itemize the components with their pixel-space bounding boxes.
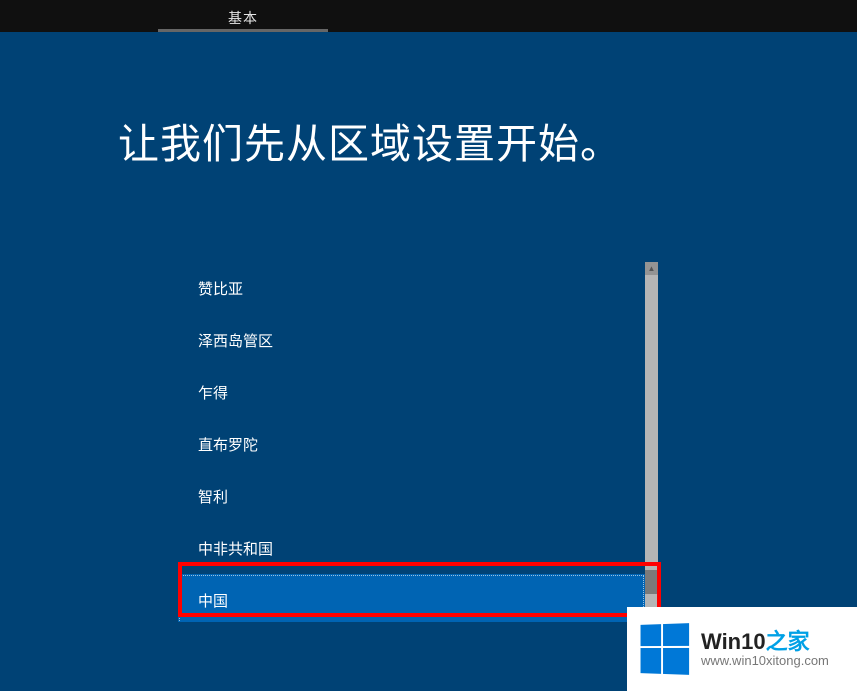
watermark-text: Win10之家 www.win10xitong.com xyxy=(701,629,829,669)
top-bar: 基本 xyxy=(0,0,857,32)
list-item-selected[interactable]: 中国 xyxy=(178,574,645,622)
region-list-wrap: 赞比亚 泽西岛管区 乍得 直布罗陀 智利 中非共和国 中国 ▲ ▼ xyxy=(178,262,658,622)
watermark-url: www.win10xitong.com xyxy=(701,654,829,669)
scroll-thumb[interactable] xyxy=(645,570,658,594)
list-item[interactable]: 乍得 xyxy=(178,366,645,418)
list-item[interactable]: 直布罗陀 xyxy=(178,418,645,470)
scrollbar[interactable]: ▲ ▼ xyxy=(645,262,658,622)
watermark-brand-plain: Win10 xyxy=(701,629,766,654)
watermark-title: Win10之家 xyxy=(701,629,829,654)
page-title: 让我们先从区域设置开始。 xyxy=(118,110,857,170)
windows-logo-icon xyxy=(641,623,690,675)
scroll-up-icon[interactable]: ▲ xyxy=(645,262,658,275)
watermark: Win10之家 www.win10xitong.com xyxy=(627,607,857,691)
tab-basic[interactable]: 基本 xyxy=(158,0,328,32)
list-item[interactable]: 赞比亚 xyxy=(178,262,645,314)
watermark-brand-accent: 之家 xyxy=(766,629,810,654)
content-area: 让我们先从区域设置开始。 xyxy=(0,32,857,170)
list-item[interactable]: 智利 xyxy=(178,470,645,522)
topbar-spacer xyxy=(0,0,158,32)
list-item[interactable]: 中非共和国 xyxy=(178,522,645,574)
region-list: 赞比亚 泽西岛管区 乍得 直布罗陀 智利 中非共和国 中国 xyxy=(178,262,645,622)
list-item[interactable]: 泽西岛管区 xyxy=(178,314,645,366)
